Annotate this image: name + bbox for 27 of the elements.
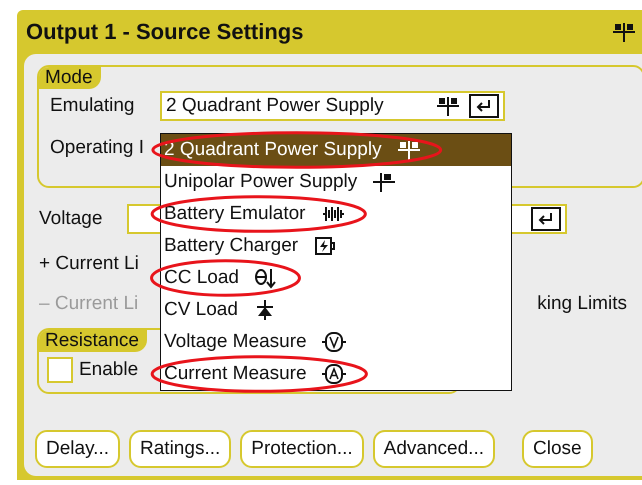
enter-button[interactable]: [469, 94, 499, 118]
dialog-button[interactable]: Delay...: [35, 430, 120, 468]
field-label: Emulating: [50, 95, 136, 117]
emulating-dropdown[interactable]: 2 Quadrant Power Supply: [160, 91, 505, 121]
enter-icon: [475, 99, 493, 113]
quadrant-icon: [396, 139, 422, 161]
window-title: Output 1 - Source Settings: [26, 19, 304, 45]
field-label: Operating I: [50, 137, 144, 159]
group-title: Resistance: [39, 330, 147, 352]
dialog-button[interactable]: Close: [522, 430, 593, 468]
group-title: Mode: [39, 67, 101, 89]
enable-checkbox[interactable]: [47, 357, 73, 383]
checkbox-label: Enable: [79, 359, 138, 381]
voltmeter-icon: [320, 331, 347, 353]
ammeter-icon: [320, 363, 347, 385]
quadrant-icon: [371, 171, 398, 193]
quadrant-icon: [611, 21, 637, 43]
tracking-label: king Limits: [537, 293, 627, 315]
quadrant-icon: [435, 95, 461, 117]
dialog-button[interactable]: Protection...: [240, 430, 364, 468]
enter-icon: [537, 212, 555, 226]
enter-button[interactable]: [531, 207, 561, 231]
field-label: Voltage: [39, 208, 104, 230]
dialog-button[interactable]: Advanced...: [372, 430, 496, 468]
field-label: + Current Li: [39, 253, 139, 275]
field-label: – Current Li: [39, 293, 138, 315]
dialog-button[interactable]: Ratings...: [129, 430, 232, 468]
